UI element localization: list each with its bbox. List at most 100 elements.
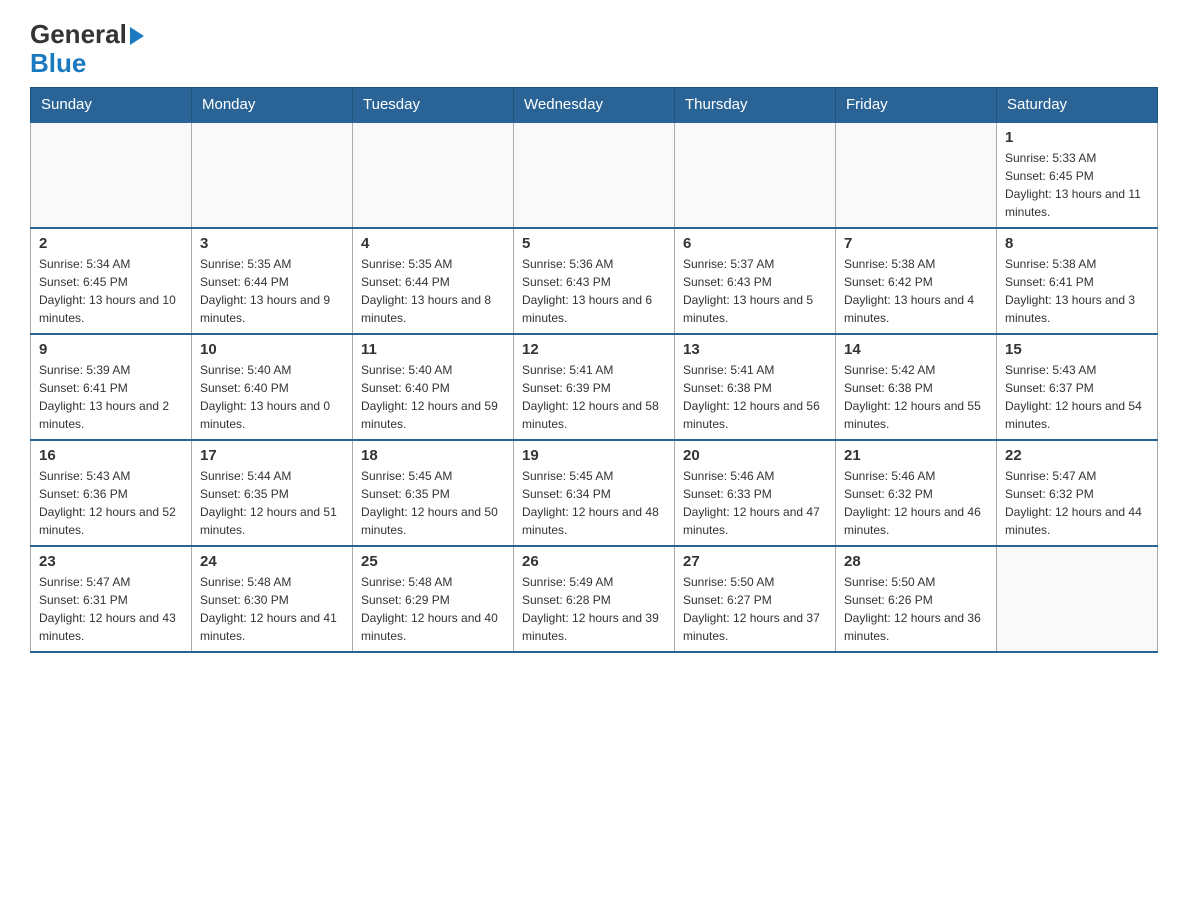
day-info: Sunrise: 5:38 AM Sunset: 6:42 PM Dayligh… xyxy=(844,255,988,327)
calendar-cell: 8 Sunrise: 5:38 AM Sunset: 6:41 PM Daylig… xyxy=(997,228,1158,334)
day-number: 8 xyxy=(1005,235,1149,252)
logo: General Blue xyxy=(30,20,144,77)
calendar-cell: 4 Sunrise: 5:35 AM Sunset: 6:44 PM Daylig… xyxy=(353,228,514,334)
day-number: 23 xyxy=(39,553,183,570)
col-header-wednesday: Wednesday xyxy=(514,88,675,123)
col-header-tuesday: Tuesday xyxy=(353,88,514,123)
calendar-cell: 19 Sunrise: 5:45 AM Sunset: 6:34 PM Dayli… xyxy=(514,440,675,546)
day-info: Sunrise: 5:35 AM Sunset: 6:44 PM Dayligh… xyxy=(361,255,505,327)
day-info: Sunrise: 5:43 AM Sunset: 6:37 PM Dayligh… xyxy=(1005,361,1149,433)
day-info: Sunrise: 5:35 AM Sunset: 6:44 PM Dayligh… xyxy=(200,255,344,327)
day-number: 25 xyxy=(361,553,505,570)
day-number: 16 xyxy=(39,447,183,464)
day-number: 1 xyxy=(1005,129,1149,146)
day-info: Sunrise: 5:49 AM Sunset: 6:28 PM Dayligh… xyxy=(522,573,666,645)
calendar-cell: 25 Sunrise: 5:48 AM Sunset: 6:29 PM Dayli… xyxy=(353,546,514,652)
calendar-cell: 15 Sunrise: 5:43 AM Sunset: 6:37 PM Dayli… xyxy=(997,334,1158,440)
day-info: Sunrise: 5:38 AM Sunset: 6:41 PM Dayligh… xyxy=(1005,255,1149,327)
day-info: Sunrise: 5:48 AM Sunset: 6:29 PM Dayligh… xyxy=(361,573,505,645)
day-number: 9 xyxy=(39,341,183,358)
calendar-week-row: 2 Sunrise: 5:34 AM Sunset: 6:45 PM Daylig… xyxy=(31,228,1158,334)
day-info: Sunrise: 5:42 AM Sunset: 6:38 PM Dayligh… xyxy=(844,361,988,433)
calendar-cell: 13 Sunrise: 5:41 AM Sunset: 6:38 PM Dayli… xyxy=(675,334,836,440)
calendar-week-row: 16 Sunrise: 5:43 AM Sunset: 6:36 PM Dayli… xyxy=(31,440,1158,546)
calendar-header-row: SundayMondayTuesdayWednesdayThursdayFrid… xyxy=(31,88,1158,123)
calendar-cell: 24Sunrise: 5:48 AM Sunset: 6:30 PM Dayli… xyxy=(192,546,353,652)
day-info: Sunrise: 5:40 AM Sunset: 6:40 PM Dayligh… xyxy=(361,361,505,433)
calendar-cell xyxy=(836,122,997,228)
day-number: 21 xyxy=(844,447,988,464)
calendar-table: SundayMondayTuesdayWednesdayThursdayFrid… xyxy=(30,87,1158,653)
day-number: 22 xyxy=(1005,447,1149,464)
calendar-cell: 3 Sunrise: 5:35 AM Sunset: 6:44 PM Daylig… xyxy=(192,228,353,334)
calendar-cell: 27 Sunrise: 5:50 AM Sunset: 6:27 PM Dayli… xyxy=(675,546,836,652)
day-number: 17 xyxy=(200,447,344,464)
logo-blue-text: Blue xyxy=(30,48,86,78)
day-number: 15 xyxy=(1005,341,1149,358)
day-info: Sunrise: 5:34 AM Sunset: 6:45 PM Dayligh… xyxy=(39,255,183,327)
day-info: Sunrise: 5:41 AM Sunset: 6:38 PM Dayligh… xyxy=(683,361,827,433)
day-number: 6 xyxy=(683,235,827,252)
day-info: Sunrise: 5:44 AM Sunset: 6:35 PM Dayligh… xyxy=(200,467,344,539)
calendar-week-row: 9Sunrise: 5:39 AM Sunset: 6:41 PM Daylig… xyxy=(31,334,1158,440)
day-number: 28 xyxy=(844,553,988,570)
day-info: Sunrise: 5:46 AM Sunset: 6:33 PM Dayligh… xyxy=(683,467,827,539)
day-number: 19 xyxy=(522,447,666,464)
calendar-cell: 22 Sunrise: 5:47 AM Sunset: 6:32 PM Dayli… xyxy=(997,440,1158,546)
day-number: 13 xyxy=(683,341,827,358)
col-header-monday: Monday xyxy=(192,88,353,123)
calendar-cell: 2 Sunrise: 5:34 AM Sunset: 6:45 PM Daylig… xyxy=(31,228,192,334)
day-info: Sunrise: 5:41 AM Sunset: 6:39 PM Dayligh… xyxy=(522,361,666,433)
col-header-friday: Friday xyxy=(836,88,997,123)
calendar-cell: 17 Sunrise: 5:44 AM Sunset: 6:35 PM Dayli… xyxy=(192,440,353,546)
calendar-cell xyxy=(675,122,836,228)
calendar-cell: 6 Sunrise: 5:37 AM Sunset: 6:43 PM Daylig… xyxy=(675,228,836,334)
calendar-cell: 23Sunrise: 5:47 AM Sunset: 6:31 PM Dayli… xyxy=(31,546,192,652)
day-number: 4 xyxy=(361,235,505,252)
day-number: 24 xyxy=(200,553,344,570)
day-info: Sunrise: 5:50 AM Sunset: 6:27 PM Dayligh… xyxy=(683,573,827,645)
day-number: 18 xyxy=(361,447,505,464)
calendar-cell: 20 Sunrise: 5:46 AM Sunset: 6:33 PM Dayli… xyxy=(675,440,836,546)
day-number: 10 xyxy=(200,341,344,358)
calendar-cell xyxy=(353,122,514,228)
day-number: 3 xyxy=(200,235,344,252)
page-header: General Blue xyxy=(30,20,1158,77)
day-info: Sunrise: 5:43 AM Sunset: 6:36 PM Dayligh… xyxy=(39,467,183,539)
calendar-cell xyxy=(192,122,353,228)
day-number: 7 xyxy=(844,235,988,252)
calendar-cell: 9Sunrise: 5:39 AM Sunset: 6:41 PM Daylig… xyxy=(31,334,192,440)
calendar-cell xyxy=(997,546,1158,652)
calendar-cell: 11 Sunrise: 5:40 AM Sunset: 6:40 PM Dayli… xyxy=(353,334,514,440)
calendar-week-row: 1 Sunrise: 5:33 AM Sunset: 6:45 PM Daylig… xyxy=(31,122,1158,228)
calendar-cell: 7 Sunrise: 5:38 AM Sunset: 6:42 PM Daylig… xyxy=(836,228,997,334)
day-number: 20 xyxy=(683,447,827,464)
day-number: 14 xyxy=(844,341,988,358)
logo-general-text: General xyxy=(30,19,127,49)
col-header-thursday: Thursday xyxy=(675,88,836,123)
day-info: Sunrise: 5:46 AM Sunset: 6:32 PM Dayligh… xyxy=(844,467,988,539)
day-info: Sunrise: 5:45 AM Sunset: 6:34 PM Dayligh… xyxy=(522,467,666,539)
day-number: 5 xyxy=(522,235,666,252)
calendar-week-row: 23Sunrise: 5:47 AM Sunset: 6:31 PM Dayli… xyxy=(31,546,1158,652)
day-number: 26 xyxy=(522,553,666,570)
calendar-cell: 1 Sunrise: 5:33 AM Sunset: 6:45 PM Daylig… xyxy=(997,122,1158,228)
day-number: 11 xyxy=(361,341,505,358)
day-number: 2 xyxy=(39,235,183,252)
day-info: Sunrise: 5:37 AM Sunset: 6:43 PM Dayligh… xyxy=(683,255,827,327)
calendar-cell: 26 Sunrise: 5:49 AM Sunset: 6:28 PM Dayli… xyxy=(514,546,675,652)
day-number: 27 xyxy=(683,553,827,570)
calendar-cell: 21 Sunrise: 5:46 AM Sunset: 6:32 PM Dayli… xyxy=(836,440,997,546)
day-info: Sunrise: 5:45 AM Sunset: 6:35 PM Dayligh… xyxy=(361,467,505,539)
calendar-cell: 12 Sunrise: 5:41 AM Sunset: 6:39 PM Dayli… xyxy=(514,334,675,440)
day-number: 12 xyxy=(522,341,666,358)
day-info: Sunrise: 5:33 AM Sunset: 6:45 PM Dayligh… xyxy=(1005,149,1149,221)
day-info: Sunrise: 5:47 AM Sunset: 6:32 PM Dayligh… xyxy=(1005,467,1149,539)
calendar-cell: 5Sunrise: 5:36 AM Sunset: 6:43 PM Daylig… xyxy=(514,228,675,334)
calendar-cell: 10Sunrise: 5:40 AM Sunset: 6:40 PM Dayli… xyxy=(192,334,353,440)
calendar-cell: 14 Sunrise: 5:42 AM Sunset: 6:38 PM Dayli… xyxy=(836,334,997,440)
day-info: Sunrise: 5:50 AM Sunset: 6:26 PM Dayligh… xyxy=(844,573,988,645)
logo-arrow-icon xyxy=(130,27,144,45)
col-header-saturday: Saturday xyxy=(997,88,1158,123)
calendar-cell: 18 Sunrise: 5:45 AM Sunset: 6:35 PM Dayli… xyxy=(353,440,514,546)
